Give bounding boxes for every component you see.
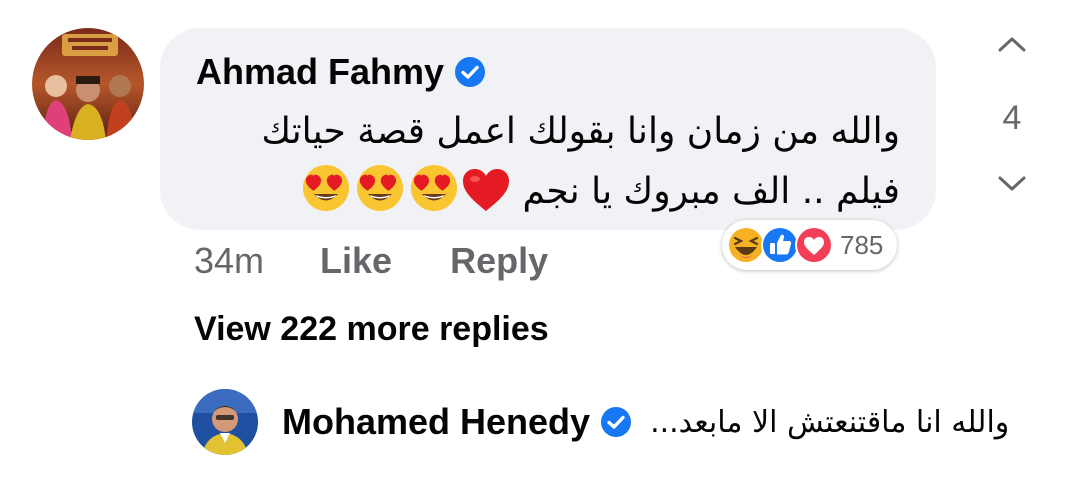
commenter-avatar[interactable] xyxy=(32,28,144,140)
comment-bubble: Ahmad Fahmy والله من زمان وانا بقولك اعم… xyxy=(160,28,936,230)
verified-badge-icon xyxy=(601,407,632,437)
comment-author-name[interactable]: Ahmad Fahmy xyxy=(196,51,444,92)
reply-author-avatar[interactable] xyxy=(192,389,258,455)
reply-author-name[interactable]: Mohamed Henedy xyxy=(282,401,590,443)
reply-button[interactable]: Reply xyxy=(450,238,548,284)
comment-author[interactable]: Ahmad Fahmy xyxy=(196,50,486,94)
reaction-count: 785 xyxy=(840,229,884,260)
view-more-replies-link[interactable]: View 222 more replies xyxy=(194,306,549,352)
love-icon xyxy=(795,226,833,264)
like-button[interactable]: Like xyxy=(320,238,392,284)
comment-text-line-1: والله من زمان وانا بقولك اعمل قصة حياتك xyxy=(261,111,900,152)
chevron-up-icon xyxy=(998,37,1026,52)
comment-actions: 34m Like Reply xyxy=(194,238,548,284)
comment-text: والله من زمان وانا بقولك اعمل قصة حياتك … xyxy=(210,102,900,222)
chevron-down-icon xyxy=(998,176,1026,191)
comment-timestamp[interactable]: 34m xyxy=(194,238,264,284)
avatar-image xyxy=(32,28,144,140)
heart-eyes-emoji-icon xyxy=(356,165,403,211)
vote-count: 4 xyxy=(1002,99,1022,137)
reactions-summary[interactable]: 785 xyxy=(722,220,898,270)
reply-preview[interactable]: Mohamed Henedy والله انا ماقتنعتش الا ما… xyxy=(192,388,1009,456)
reply-avatar-image xyxy=(192,389,258,455)
downvote-button[interactable] xyxy=(990,166,1034,200)
comment-text-line-2: فيلم .. الف مبروك يا نجم xyxy=(210,162,900,222)
heart-eyes-emoji-icon xyxy=(410,165,457,211)
comment-text-line-2-text: فيلم .. الف مبروك يا نجم xyxy=(522,171,900,212)
upvote-button[interactable] xyxy=(990,28,1034,62)
heart-eyes-emoji-icon xyxy=(302,165,349,211)
reply-snippet[interactable]: والله انا ماقتنعتش الا مابعد... xyxy=(650,405,1009,440)
heart-emoji-icon xyxy=(462,169,509,211)
verified-badge-icon xyxy=(455,57,486,87)
